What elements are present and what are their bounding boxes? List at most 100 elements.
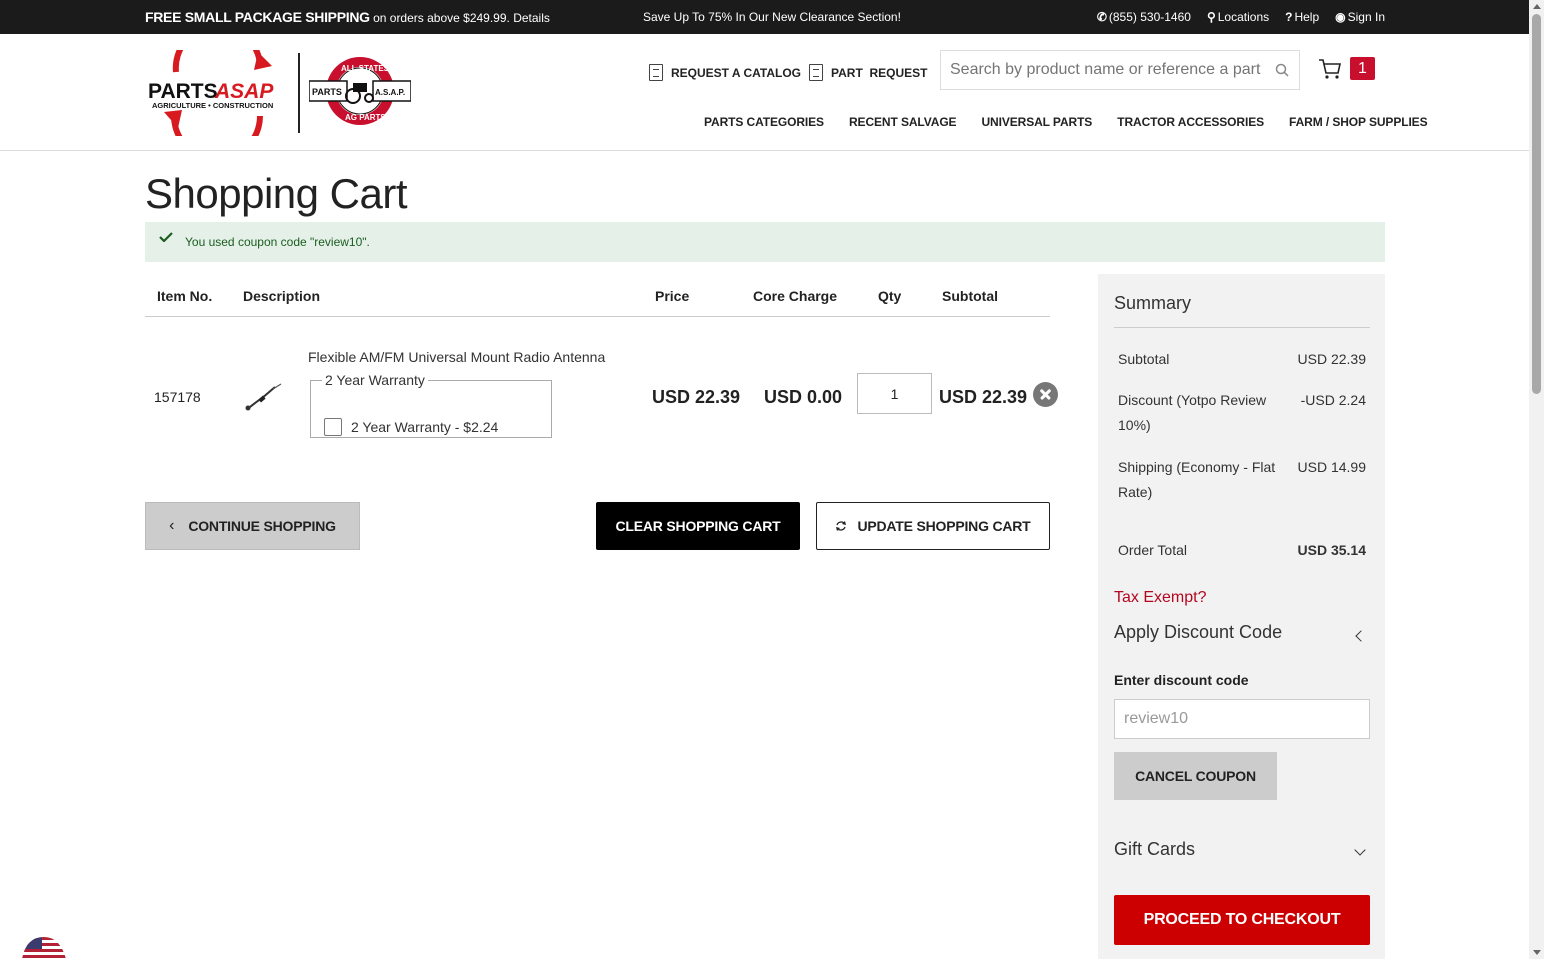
logo-asap-text: ASAP — [214, 80, 274, 103]
product-thumbnail[interactable] — [243, 381, 283, 413]
promo-bold: FREE SMALL PACKAGE SHIPPING — [145, 9, 370, 25]
seal-left-text: PARTS — [312, 87, 342, 97]
update-cart-button[interactable]: UPDATE SHOPPING CART — [816, 502, 1050, 550]
summary-discount-label: Discount (Yotpo Review 10%) — [1118, 392, 1267, 433]
tax-exempt-link[interactable]: Tax Exempt? — [1114, 589, 1206, 607]
main-nav: PARTS CATEGORIES RECENT SALVAGE UNIVERSA… — [704, 115, 1428, 129]
notice-text: You used coupon code "review10". — [185, 235, 370, 249]
locations-link[interactable]: ⚲ Locations — [1207, 10, 1269, 24]
help-icon: ? — [1285, 10, 1293, 24]
cart-count-badge[interactable]: 1 — [1350, 57, 1375, 80]
item-price: USD 22.39 — [652, 387, 741, 407]
page-title: Shopping Cart — [145, 170, 408, 217]
phone-icon: ✆ — [1096, 10, 1107, 24]
chevron-left-icon[interactable] — [1355, 630, 1367, 642]
page-scrollbar[interactable] — [1529, 0, 1544, 959]
scroll-thumb[interactable] — [1532, 14, 1541, 394]
check-icon — [159, 232, 173, 242]
warranty-option[interactable]: 2 Year Warranty - $2.24 — [324, 418, 498, 436]
shipping-promo[interactable]: FREE SMALL PACKAGE SHIPPING on orders ab… — [145, 9, 550, 25]
nav-recent-salvage[interactable]: RECENT SALVAGE — [849, 115, 957, 129]
warranty-checkbox[interactable] — [324, 418, 342, 436]
table-header-divider — [145, 316, 1050, 317]
clearance-promo[interactable]: Save Up To 75% In Our New Clearance Sect… — [643, 10, 901, 24]
phone-link[interactable]: ✆ (855) 530-1460 — [1097, 10, 1191, 24]
search-input[interactable] — [941, 51, 1261, 89]
phone-text: (855) 530-1460 — [1108, 10, 1191, 24]
part-request-link[interactable]: PART REQUEST — [809, 64, 927, 81]
help-link[interactable]: ? Help — [1285, 10, 1319, 24]
gift-cards-toggle[interactable]: Gift Cards — [1114, 839, 1195, 860]
discount-code-label: Enter discount code — [1114, 672, 1249, 688]
partsasap-logo[interactable]: PARTS ASAP AGRICULTURE • CONSTRUCTION — [148, 50, 286, 136]
summary-discount-value: -USD 2.24 — [1300, 392, 1366, 408]
qty-input[interactable]: 1 — [857, 373, 932, 414]
nav-parts-categories[interactable]: PARTS CATEGORIES — [704, 115, 824, 129]
header-item-no: Item No. — [157, 288, 213, 304]
chevron-down-icon[interactable] — [1354, 844, 1366, 856]
user-icon: ◉ — [1335, 10, 1346, 24]
apply-discount-toggle[interactable]: Apply Discount Code — [1114, 622, 1282, 643]
nav-universal-parts[interactable]: UNIVERSAL PARTS — [981, 115, 1092, 129]
summary-divider — [1114, 327, 1370, 328]
warranty-fieldset: 2 Year Warranty 2 Year Warranty - $2.24 — [310, 372, 552, 438]
chevron-left-icon: ‹ — [169, 517, 175, 534]
signin-link[interactable]: ◉ Sign In — [1335, 10, 1385, 24]
request-catalog-link[interactable]: REQUEST A CATALOG — [649, 64, 801, 81]
proceed-to-checkout-button[interactable]: PROCEED TO CHECKOUT — [1114, 895, 1370, 945]
search-icon[interactable] — [1275, 63, 1289, 77]
logo-tagline: AGRICULTURE • CONSTRUCTION — [152, 101, 273, 110]
warranty-legend: 2 Year Warranty — [325, 372, 425, 388]
help-text: Help — [1294, 10, 1320, 24]
summary-shipping-value: USD 14.99 — [1297, 459, 1366, 475]
seal-bottom-text: AG PARTS — [345, 113, 386, 122]
nav-farm-shop-supplies[interactable]: FARM / SHOP SUPPLIES — [1289, 115, 1428, 129]
cancel-coupon-button[interactable]: CANCEL COUPON — [1114, 752, 1277, 800]
catalog-icon — [649, 64, 663, 81]
part-request-text: PART REQUEST — [831, 65, 928, 80]
item-core-charge: USD 0.00 — [764, 387, 843, 407]
header-qty: Qty — [878, 288, 902, 304]
refresh-icon — [836, 521, 847, 531]
search-box — [940, 50, 1300, 90]
summary-title: Summary — [1114, 293, 1192, 313]
warranty-option-text: 2 Year Warranty - $2.24 — [351, 419, 499, 435]
summary-total-label: Order Total — [1118, 542, 1187, 558]
discount-code-input[interactable]: review10 — [1114, 699, 1370, 739]
signin-text: Sign In — [1347, 10, 1385, 24]
nav-tractor-accessories[interactable]: TRACTOR ACCESSORIES — [1117, 115, 1264, 129]
continue-shopping-label: CONTINUE SHOPPING — [188, 518, 336, 534]
top-links: ✆ (855) 530-1460 ⚲ Locations ? Help ◉ Sign I… — [1097, 10, 1385, 24]
scroll-down-arrow-icon[interactable] — [1533, 950, 1541, 955]
top-bar: FREE SMALL PACKAGE SHIPPING on orders ab… — [0, 0, 1529, 34]
remove-item-icon[interactable] — [1033, 382, 1058, 407]
product-name-link[interactable]: Flexible AM/FM Universal Mount Radio Ant… — [308, 349, 605, 365]
summary-subtotal-label: Subtotal — [1118, 351, 1170, 367]
location-pin-icon: ⚲ — [1206, 10, 1216, 24]
cart-icon[interactable] — [1318, 57, 1342, 81]
header-core-charge: Core Charge — [753, 288, 838, 304]
item-subtotal: USD 22.39 — [939, 387, 1028, 407]
continue-shopping-button[interactable]: ‹ CONTINUE SHOPPING — [145, 502, 360, 550]
coupon-success-message: You used coupon code "review10". — [145, 222, 1385, 262]
scroll-up-arrow-icon[interactable] — [1533, 4, 1541, 9]
header-subtotal: Subtotal — [942, 288, 998, 304]
request-catalog-text: REQUEST A CATALOG — [671, 65, 801, 80]
us-flag-icon[interactable] — [20, 929, 68, 959]
seal-top-text: ALL STATES — [341, 64, 390, 73]
allstates-logo[interactable]: PARTS A.S.A.P. ALL STATES AG PARTS — [309, 56, 411, 126]
logo-divider — [298, 53, 300, 133]
order-summary: Summary Subtotal USD 22.39 Discount (Yot… — [1098, 274, 1385, 959]
site-header: PARTS ASAP AGRICULTURE • CONSTRUCTION PA… — [0, 34, 1529, 151]
clear-cart-button[interactable]: CLEAR SHOPPING CART — [596, 502, 800, 550]
seal-right-text: A.S.A.P. — [375, 88, 405, 97]
summary-shipping-label: Shipping (Economy - Flat Rate) — [1118, 459, 1276, 500]
logo-parts-text: PARTS — [148, 80, 218, 103]
update-cart-label: UPDATE SHOPPING CART — [857, 518, 1031, 534]
header-price: Price — [655, 288, 690, 304]
promo-rest: on orders above $249.99. Details — [369, 11, 550, 25]
summary-subtotal-value: USD 22.39 — [1297, 351, 1366, 367]
clipboard-icon — [809, 64, 823, 81]
item-number: 157178 — [154, 389, 201, 405]
header-description: Description — [243, 288, 321, 304]
